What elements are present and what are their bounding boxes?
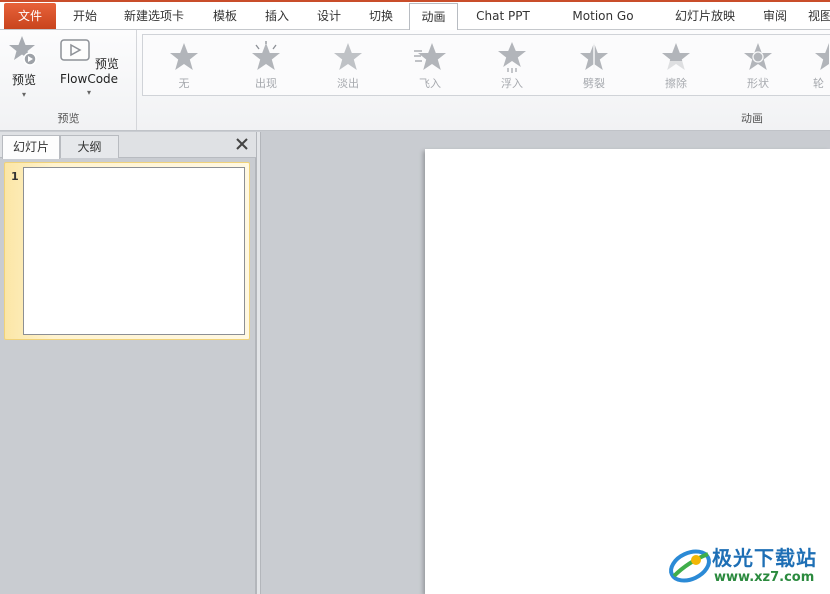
tab-template[interactable]: 模板 (200, 3, 250, 30)
animation-label: 形状 (747, 77, 769, 90)
ribbon-panel: 预览 ▾ 预览FlowCode ▾ 预览 无 出现 淡出 飞入 浮入 劈裂 擦除… (0, 30, 830, 131)
appear-star-icon (252, 41, 280, 70)
tab-insert[interactable]: 插入 (252, 3, 302, 30)
animation-fly-in[interactable]: 飞入 (400, 41, 460, 91)
watermark: 极光下载站 www.xz7.com (664, 538, 830, 594)
animation-split[interactable]: 劈裂 (564, 41, 624, 91)
watermark-logo-icon (669, 549, 711, 583)
tab-file[interactable]: 文件 (4, 3, 56, 29)
shape-star-icon (744, 43, 772, 70)
tab-slides[interactable]: 幻灯片 (2, 135, 60, 159)
flowcode-play-icon (60, 39, 90, 61)
animation-wipe[interactable]: 擦除 (646, 41, 706, 91)
split-star-icon (580, 43, 608, 70)
animation-label: 出现 (255, 77, 277, 90)
animation-shape[interactable]: 形状 (728, 41, 788, 91)
slide-canvas[interactable] (425, 149, 830, 594)
preview-star-icon (9, 36, 37, 66)
float-in-star-icon (498, 42, 526, 73)
animation-label: 劈裂 (583, 77, 605, 90)
slide-number: 1 (11, 170, 19, 183)
slide-thumbnail[interactable] (23, 167, 245, 335)
tab-view[interactable]: 视图 (808, 3, 830, 30)
watermark-text: 极光下载站 (712, 546, 817, 570)
tab-slideshow[interactable]: 幻灯片放映 (668, 3, 742, 30)
tab-bar-accent-line (0, 0, 830, 2)
tab-new-tab[interactable]: 新建选项卡 (114, 3, 194, 30)
tab-transitions[interactable]: 切换 (356, 3, 406, 30)
animation-float-in[interactable]: 浮入 (482, 41, 542, 91)
animation-label: 淡出 (337, 77, 359, 90)
tab-review[interactable]: 审阅 (756, 3, 794, 30)
animation-fade[interactable]: 淡出 (318, 41, 378, 91)
fade-star-icon (334, 43, 362, 70)
slide-thumbnail-selected[interactable]: 1 (4, 162, 250, 340)
flowcode-dropdown-icon[interactable]: ▾ (46, 88, 132, 97)
preview-button-label: 预览 (11, 73, 36, 87)
animation-label: 擦除 (665, 77, 687, 90)
tab-motion-go[interactable]: Motion Go (562, 3, 644, 30)
preview-dropdown-icon[interactable]: ▾ (6, 90, 42, 99)
star-icon (170, 43, 198, 70)
tab-animations[interactable]: 动画 (409, 3, 458, 31)
animation-gallery: 无 出现 淡出 飞入 浮入 劈裂 擦除 形状 轮 (142, 34, 830, 96)
animation-label: 无 (178, 77, 190, 90)
wipe-star-icon (660, 43, 692, 73)
preview-flowcode-button[interactable]: 预览FlowCode ▾ (46, 34, 132, 97)
preview-group: 预览 ▾ 预览FlowCode ▾ 预览 (0, 30, 137, 130)
watermark-url: www.xz7.com (714, 570, 815, 585)
close-icon[interactable] (234, 136, 250, 152)
fly-in-star-icon (414, 43, 446, 70)
tab-outline[interactable]: 大纲 (60, 135, 119, 158)
animation-label: 飞入 (419, 77, 441, 90)
pane-tab-bar: 幻灯片 大纲 (0, 132, 256, 159)
tab-design[interactable]: 设计 (304, 3, 354, 30)
slide-editor (261, 132, 830, 594)
animation-wheel[interactable]: 轮 (789, 41, 829, 91)
preview-button[interactable]: 预览 ▾ (6, 34, 42, 99)
animation-appear[interactable]: 出现 (236, 41, 296, 91)
tab-chat-ppt[interactable]: Chat PPT (466, 3, 540, 30)
tab-home[interactable]: 开始 (60, 3, 110, 30)
ribbon-tab-bar: 文件 开始 新建选项卡 模板 插入 设计 切换 动画 Chat PPT Moti… (0, 0, 830, 31)
animation-label: 浮入 (501, 77, 523, 90)
preview-group-label: 预览 (57, 112, 80, 125)
animation-group-label: 动画 (741, 112, 763, 125)
animation-label: 轮 (813, 77, 824, 90)
wheel-star-icon (815, 43, 829, 70)
slides-pane: 幻灯片 大纲 1 (0, 132, 256, 594)
animation-none[interactable]: 无 (154, 41, 214, 91)
